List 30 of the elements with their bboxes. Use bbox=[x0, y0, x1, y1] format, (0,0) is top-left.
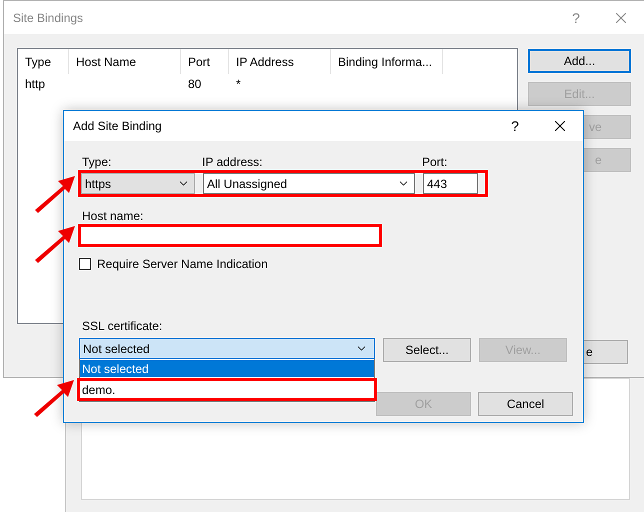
column-header[interactable]: Binding Informa... bbox=[331, 49, 443, 74]
ssl-certificate-dropdown[interactable]: Not selected bbox=[79, 338, 375, 359]
field-label: Port: bbox=[422, 155, 448, 169]
column-header[interactable]: Host Name bbox=[69, 49, 181, 74]
column-header[interactable]: Type bbox=[18, 49, 69, 74]
pointer-arrow bbox=[33, 174, 77, 214]
checkbox-label: Require Server Name Indication bbox=[97, 257, 268, 271]
side-button[interactable]: Add... bbox=[528, 49, 631, 73]
column-header[interactable]: Port bbox=[181, 49, 229, 74]
cancel-button[interactable]: Cancel bbox=[478, 392, 573, 416]
pointer-arrow bbox=[33, 224, 77, 264]
window-title: Site Bindings bbox=[13, 10, 84, 24]
ip-address-dropdown[interactable]: All Unassigned bbox=[203, 173, 415, 194]
table-cell-text: * bbox=[235, 76, 242, 93]
table-cell-text: 80 bbox=[187, 76, 202, 93]
table-cell-text: http bbox=[24, 76, 46, 93]
field-label: IP address: bbox=[202, 155, 264, 169]
select-button[interactable]: Select... bbox=[383, 338, 471, 362]
pointer-arrow bbox=[32, 378, 76, 418]
checkbox[interactable] bbox=[79, 258, 91, 270]
field-label: Type: bbox=[82, 155, 112, 169]
column-header[interactable]: IP Address bbox=[229, 49, 331, 74]
field-label: SSL certificate: bbox=[82, 319, 164, 333]
help-button[interactable]: ? bbox=[554, 10, 598, 26]
help-button[interactable]: ? bbox=[493, 118, 537, 134]
field-label: Host name: bbox=[82, 209, 144, 223]
dropdown-option[interactable]: Not selected bbox=[80, 360, 374, 377]
dialog-title: Add Site Binding bbox=[73, 119, 163, 133]
type-dropdown[interactable]: https bbox=[81, 173, 195, 194]
port-field[interactable]: 443 bbox=[423, 173, 478, 194]
